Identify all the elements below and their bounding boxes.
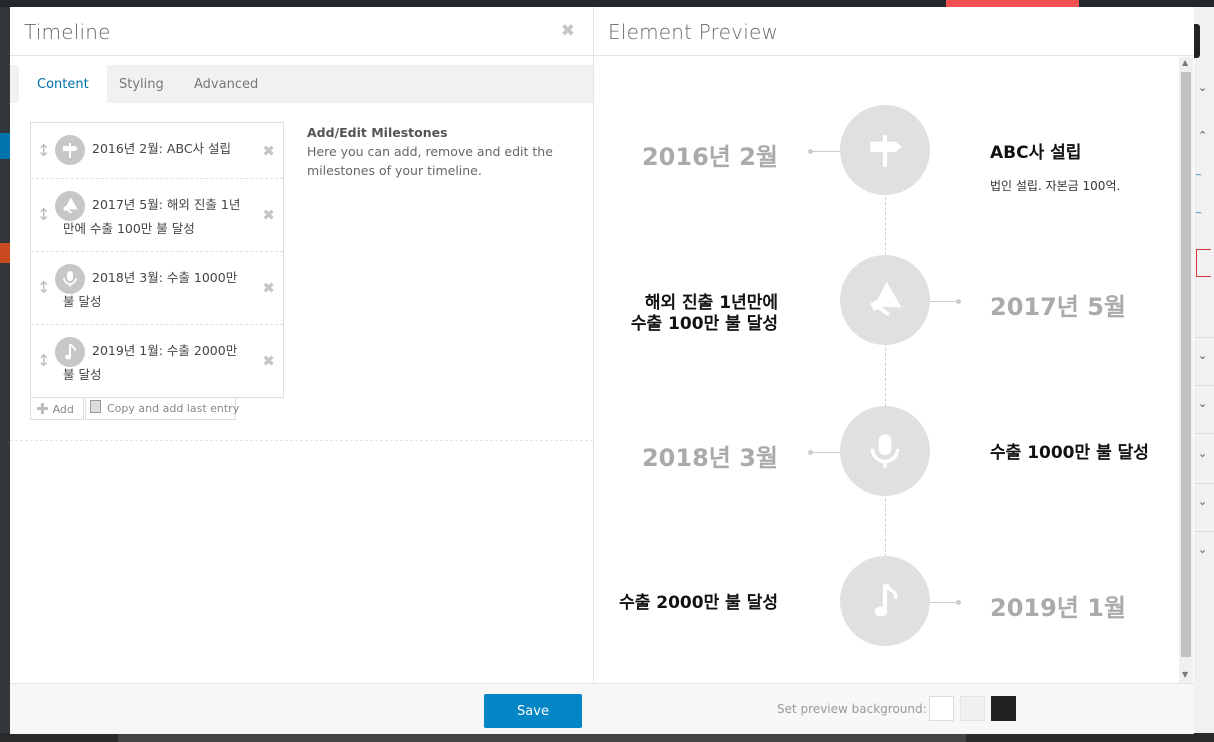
drag-handle-icon[interactable]: ↕ [37, 139, 50, 163]
milestone-item[interactable]: ↕ 2019년 1월: 수출 2000만 불 달성 ✖ [31, 325, 283, 397]
milestone-item[interactable]: ↕ 2017년 5월: 해외 진출 1년만에 수출 100만 불 달성 ✖ [31, 179, 283, 252]
preview-date: 2018년 3월 [641, 444, 778, 472]
connector-dot [956, 600, 961, 605]
preview-title: Element Preview [608, 20, 779, 44]
microphone-icon [55, 264, 85, 294]
settings-pane: Timeline ✖ Content Styling Advanced ↕ 20… [10, 7, 594, 733]
preview-title-text: 해외 진출 1년만에 수출 100만 불 달성 [631, 293, 778, 335]
delete-icon[interactable]: ✖ [262, 203, 275, 227]
scroll-down-icon[interactable]: ▼ [1182, 670, 1188, 679]
preview-title-bar: Element Preview [594, 7, 1194, 56]
settings-title-bar: Timeline ✖ [10, 7, 593, 56]
modal-footer: Save Set preview background: [10, 683, 1194, 734]
preview-pane: Element Preview 2016년 2월 ABC사 설립 법인 설립. … [594, 7, 1194, 733]
connector-dot [956, 299, 961, 304]
background-panel: ⌄ ⌃ _ _ ⌄ ⌄ ⌄ ⌄ ⌄ [1194, 7, 1214, 742]
music-note-icon [840, 556, 930, 646]
tab-advanced[interactable]: Advanced [176, 65, 276, 103]
plus-icon: ✚ [36, 400, 49, 418]
preview-title-text: 수출 1000만 불 달성 [990, 443, 1149, 463]
timeline-modal: Timeline ✖ Content Styling Advanced ↕ 20… [10, 7, 1194, 734]
help-heading: Add/Edit Milestones [307, 125, 448, 140]
add-label: Add [52, 403, 74, 416]
swatch-white[interactable] [929, 696, 954, 721]
chevron-down-icon: ⌄ [1198, 349, 1208, 362]
scroll-up-icon[interactable]: ▲ [1182, 58, 1188, 67]
drag-handle-icon[interactable]: ↕ [37, 276, 50, 300]
copy-label: Copy and add last entry [107, 402, 240, 415]
preview-date: 2017년 5월 [990, 293, 1127, 321]
drag-handle-icon[interactable]: ↕ [37, 203, 50, 227]
signpost-icon [840, 105, 930, 195]
divider [1194, 385, 1214, 386]
drag-handle-icon[interactable]: ↕ [37, 349, 50, 373]
save-button[interactable]: Save [484, 694, 582, 728]
admin-sidebar-active-item [0, 133, 10, 159]
preview-title-text: ABC사 설립 [990, 143, 1082, 163]
divider [1194, 483, 1214, 484]
admin-sidebar-badge [0, 243, 10, 263]
divider [10, 440, 593, 441]
music-note-icon [55, 337, 85, 367]
preview-background-label: Set preview background: [777, 702, 927, 716]
settings-tabs: Content Styling Advanced [10, 65, 593, 103]
swatch-dark[interactable] [991, 696, 1016, 721]
divider [1194, 337, 1214, 338]
connector-line [811, 151, 841, 152]
preview-date: 2019년 1월 [990, 594, 1127, 622]
connector-line [811, 452, 841, 453]
chevron-down-icon: ⌄ [1198, 447, 1208, 460]
modal-title: Timeline [24, 20, 111, 44]
admin-sidebar [0, 7, 10, 742]
background-button [1194, 24, 1200, 58]
close-icon[interactable]: ✖ [561, 21, 575, 41]
preview-date: 2016년 2월 [641, 143, 778, 171]
milestone-list: ↕ 2016년 2월: ABC사 설립 ✖ ↕ 2017년 5월: 해외 진출 … [30, 122, 284, 398]
chevron-down-icon: ⌄ [1198, 543, 1208, 556]
preview-title-line: 해외 진출 1년만에 [644, 293, 778, 313]
swatch-light-gray[interactable] [960, 696, 985, 721]
megaphone-icon [55, 191, 85, 221]
chevron-down-icon: ⌄ [1198, 495, 1208, 508]
chevron-up-icon: ⌃ [1198, 129, 1208, 142]
copy-add-button[interactable]: Copy and add last entry [85, 398, 240, 420]
timeline-axis [885, 157, 886, 617]
background-link: _ [1196, 203, 1201, 214]
megaphone-icon [840, 255, 930, 345]
copy-icon [90, 400, 101, 413]
chevron-down-icon: ⌄ [1198, 397, 1208, 410]
preview-scrollbar[interactable]: ▲ ▼ [1179, 57, 1193, 683]
divider [1194, 433, 1214, 434]
milestone-item[interactable]: ↕ 2018년 3월: 수출 1000만 불 달성 ✖ [31, 252, 283, 325]
tab-content[interactable]: Content [19, 65, 107, 103]
background-link: _ [1196, 165, 1201, 176]
add-button[interactable]: ✚ Add [30, 398, 84, 420]
milestone-item[interactable]: ↕ 2016년 2월: ABC사 설립 ✖ [31, 123, 283, 179]
delete-icon[interactable]: ✖ [262, 349, 275, 373]
preview-description: 법인 설립. 자본금 100억. [990, 179, 1121, 193]
timeline-preview: 2016년 2월 ABC사 설립 법인 설립. 자본금 100억. 해외 진출 … [594, 57, 1178, 683]
background-bottom-strip [118, 733, 966, 742]
admin-topbar-highlight [946, 0, 1079, 7]
help-body: Here you can add, remove and edit the mi… [307, 144, 553, 178]
preview-title-line: 수출 100만 불 달성 [630, 314, 778, 334]
signpost-icon [55, 135, 85, 165]
delete-icon[interactable]: ✖ [262, 276, 275, 300]
divider [1194, 531, 1214, 532]
help-text: Add/Edit Milestones Here you can add, re… [307, 123, 567, 180]
chevron-down-icon: ⌄ [1198, 81, 1208, 94]
preview-title-text: 수출 2000만 불 달성 [619, 593, 778, 613]
background-field [1196, 249, 1211, 277]
tab-styling[interactable]: Styling [101, 65, 182, 103]
microphone-icon [840, 406, 930, 496]
delete-icon[interactable]: ✖ [262, 139, 275, 163]
scrollbar-thumb[interactable] [1181, 72, 1191, 657]
